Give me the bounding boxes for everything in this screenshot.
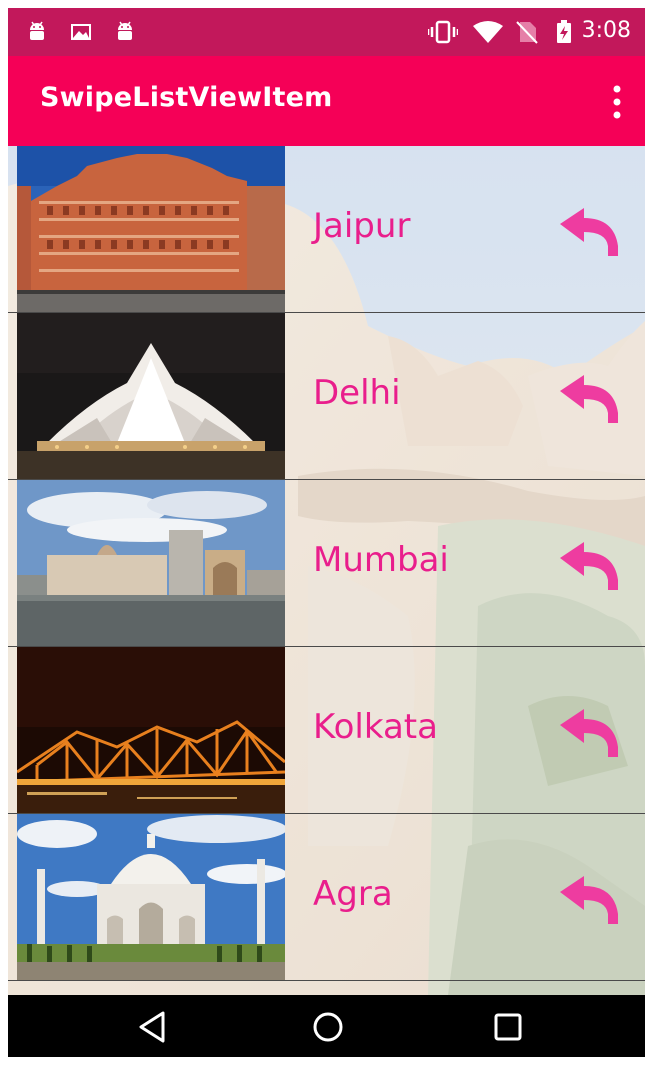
list-content[interactable]: Jaipur Delhi Mumbai Kolkata Agra <box>8 146 645 995</box>
row-divider <box>8 980 645 981</box>
undo-arrow-icon[interactable] <box>558 373 622 425</box>
list-item-jaipur[interactable]: Jaipur <box>8 146 645 313</box>
city-thumbnail-delhi <box>17 313 285 479</box>
image-icon <box>71 24 91 40</box>
no-sim-icon <box>516 21 538 44</box>
recents-icon[interactable] <box>488 1007 528 1047</box>
undo-arrow-icon[interactable] <box>558 707 622 759</box>
system-nav-bar <box>8 995 645 1057</box>
undo-arrow-icon[interactable] <box>558 874 622 926</box>
android-icon <box>118 21 132 40</box>
city-name: Delhi <box>313 373 401 413</box>
list-item-agra[interactable]: Agra <box>8 814 645 981</box>
city-thumbnail-mumbai <box>17 480 285 646</box>
app-title: SwipeListViewItem <box>40 82 333 113</box>
wifi-icon <box>473 21 503 43</box>
list-item-mumbai[interactable]: Mumbai <box>8 480 645 647</box>
phone-screen: 3:08 SwipeListViewItem Jaipur Delhi Mumb… <box>8 8 645 1057</box>
city-name: Jaipur <box>313 206 411 246</box>
status-bar: 3:08 <box>8 8 645 56</box>
status-time: 3:08 <box>581 18 631 43</box>
android-icon <box>30 21 44 40</box>
city-name: Agra <box>313 874 393 914</box>
city-thumbnail-agra <box>17 814 285 980</box>
app-toolbar: SwipeListViewItem <box>8 56 645 146</box>
city-name: Kolkata <box>313 707 438 747</box>
list-item-delhi[interactable]: Delhi <box>8 313 645 480</box>
city-thumbnail-kolkata <box>17 647 285 813</box>
more-vert-icon[interactable] <box>607 82 627 122</box>
list-item-kolkata[interactable]: Kolkata <box>8 647 645 814</box>
home-icon[interactable] <box>308 1007 348 1047</box>
battery-charging-icon <box>557 20 571 43</box>
undo-arrow-icon[interactable] <box>558 540 622 592</box>
vibrate-icon <box>428 20 458 44</box>
city-name: Mumbai <box>313 540 449 580</box>
undo-arrow-icon[interactable] <box>558 206 622 258</box>
city-thumbnail-jaipur <box>17 146 285 312</box>
back-icon[interactable] <box>133 1007 173 1047</box>
